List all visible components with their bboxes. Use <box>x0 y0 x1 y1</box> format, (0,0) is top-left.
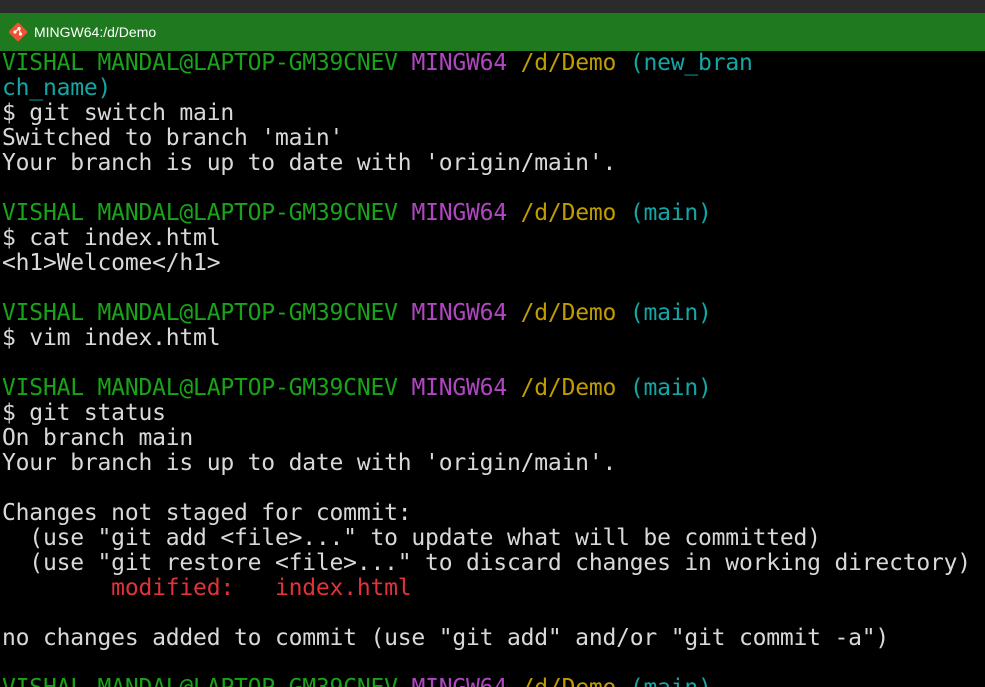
prompt-branch: (main) <box>629 200 712 226</box>
prompt-system: MINGW64 <box>411 51 507 76</box>
prompt-user-host: VISHAL MANDAL@LAPTOP-GM39CNEV <box>2 375 398 401</box>
prompt-user-host: VISHAL MANDAL@LAPTOP-GM39CNEV <box>2 676 398 687</box>
prompt-line: VISHAL MANDAL@LAPTOP-GM39CNEV MINGW64 /d… <box>2 51 985 76</box>
output-line: Your branch is up to date with 'origin/m… <box>2 150 617 176</box>
prompt-branch: (new_bran <box>629 51 753 76</box>
prompt-line: VISHAL MANDAL@LAPTOP-GM39CNEV MINGW64 /d… <box>2 201 985 226</box>
prompt-branch: (main) <box>630 676 712 687</box>
output-line: Changes not staged for commit: <box>2 500 412 526</box>
modified-file-line: modified: index.html <box>2 576 985 601</box>
prompt-line: VISHAL MANDAL@LAPTOP-GM39CNEV MINGW64 /d… <box>2 301 985 326</box>
prompt-path: /d/Demo <box>520 375 617 401</box>
prompt-line: VISHAL MANDAL@LAPTOP-GM39CNEV MINGW64 /d… <box>2 376 985 401</box>
prompt-system: MINGW64 <box>411 676 507 687</box>
modified-file: index.html <box>274 575 412 601</box>
prompt-path: /d/Demo <box>520 300 617 326</box>
output-line: (use "git restore <file>..." to discard … <box>2 550 971 576</box>
output-line: Your branch is up to date with 'origin/m… <box>2 450 617 476</box>
prompt-branch-continued: ch_name) <box>2 75 112 101</box>
terminal-window: MINGW64:/d/Demo VISHAL MANDAL@LAPTOP-GM3… <box>0 0 985 687</box>
command-line: $ git status <box>2 400 166 426</box>
prompt-system: MINGW64 <box>411 200 507 226</box>
prompt-branch: (main) <box>629 375 712 401</box>
prompt-system: MINGW64 <box>411 300 507 326</box>
command-line: $ git switch main <box>2 100 235 126</box>
terminal-output[interactable]: VISHAL MANDAL@LAPTOP-GM39CNEV MINGW64 /d… <box>2 51 985 687</box>
title-bar[interactable]: MINGW64:/d/Demo <box>0 13 985 51</box>
modified-label: modified: <box>2 575 275 601</box>
output-line: Switched to branch 'main' <box>2 125 344 151</box>
output-line: <h1>Welcome</h1> <box>2 250 221 276</box>
prompt-branch: (main) <box>629 300 712 326</box>
command-line: $ vim index.html <box>2 325 221 351</box>
window-title: MINGW64:/d/Demo <box>34 24 157 40</box>
prompt-path: /d/Demo <box>520 51 617 76</box>
command-line: $ cat index.html <box>2 225 221 251</box>
prompt-path: /d/Demo <box>520 200 617 226</box>
output-line: On branch main <box>2 425 194 451</box>
prompt-line: VISHAL MANDAL@LAPTOP-GM39CNEV MINGW64 /d… <box>2 676 985 687</box>
git-bash-icon <box>8 22 28 42</box>
prompt-path: /d/Demo <box>521 676 617 687</box>
window-top-edge <box>0 0 985 13</box>
prompt-user-host: VISHAL MANDAL@LAPTOP-GM39CNEV <box>2 51 398 76</box>
output-line: (use "git add <file>..." to update what … <box>2 525 821 551</box>
prompt-user-host: VISHAL MANDAL@LAPTOP-GM39CNEV <box>2 300 398 326</box>
output-line: no changes added to commit (use "git add… <box>2 625 890 651</box>
prompt-user-host: VISHAL MANDAL@LAPTOP-GM39CNEV <box>2 200 398 226</box>
prompt-system: MINGW64 <box>411 375 507 401</box>
prompt-line-wrap: ch_name) <box>2 76 985 101</box>
